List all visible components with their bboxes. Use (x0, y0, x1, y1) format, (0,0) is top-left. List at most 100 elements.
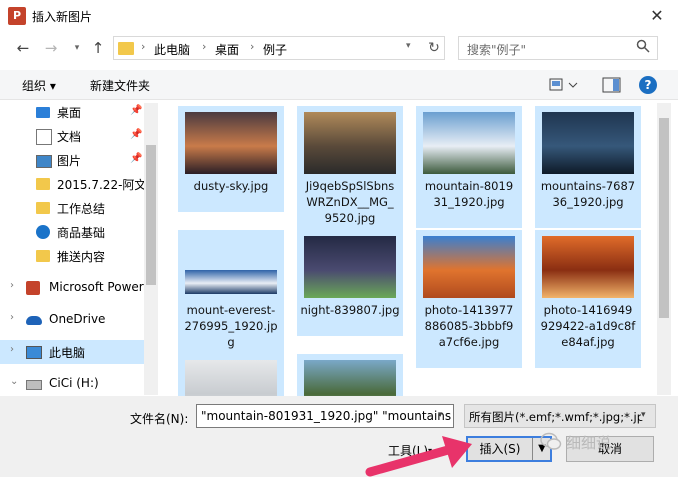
file-name-label: dusty-sky.jpg (193, 179, 269, 193)
folder-icon (118, 42, 134, 55)
breadcrumb-this-pc[interactable]: 此电脑 (154, 41, 190, 58)
breadcrumb-separator: › (202, 40, 207, 53)
powerpoint-icon (26, 281, 40, 295)
sidebar-item-label: 商品基础 (57, 226, 106, 240)
search-icon[interactable] (634, 39, 652, 57)
filename-dropdown-icon[interactable]: ▾ (438, 410, 443, 420)
file-list-scroll-thumb[interactable] (659, 118, 669, 318)
sidebar-item[interactable]: 工作总结 (0, 196, 144, 220)
image-thumbnail (542, 236, 634, 298)
expand-chevron-icon[interactable]: › (10, 312, 14, 323)
file-tile[interactable]: photo-1416949 929422-a1d9c8f e84af.jpg (535, 230, 641, 368)
sidebar-item[interactable]: 文档 📌 (0, 124, 144, 148)
sidebar-item[interactable]: 推送内容 (0, 244, 144, 268)
cloud-icon (26, 316, 42, 325)
file-name-label: mountains-7687 36_1920.jpg (540, 179, 636, 209)
image-thumbnail (423, 236, 515, 298)
computer-icon (26, 346, 42, 359)
picture-icon (36, 155, 52, 168)
desktop-icon (36, 107, 50, 118)
file-name-label: Ji9qebSpSlSbns WRZnDX__MG_ 9520.jpg (305, 179, 395, 225)
recent-dropdown-icon[interactable]: ▾ (66, 37, 88, 59)
image-thumbnail (542, 112, 634, 174)
organize-menu-button[interactable]: 组织 ▾ (22, 77, 56, 94)
file-tile[interactable]: photo-1413977 886085-3bbbf9 a7cf6e.jpg (416, 230, 522, 368)
sidebar-item-label: OneDrive (49, 312, 106, 326)
address-bar[interactable]: › 此电脑 › 桌面 › 例子 ▾ (113, 36, 445, 60)
file-tile[interactable]: mount-everest- 276995_1920.jp g (178, 230, 284, 368)
up-arrow-icon[interactable]: ↑ (87, 37, 109, 59)
image-thumbnail (304, 112, 396, 174)
file-type-select[interactable]: 所有图片(*.emf;*.wmf;*.jpg;*.jp (464, 404, 656, 428)
sidebar-item-label: 此电脑 (49, 346, 86, 360)
watermark-text: 细细说 (566, 434, 612, 452)
breadcrumb-separator: › (250, 40, 255, 53)
file-tile[interactable]: mountain-8019 31_1920.jpg (416, 106, 522, 228)
expand-chevron-icon[interactable]: ⌄ (10, 376, 18, 387)
annotation-arrow-icon (365, 436, 472, 477)
forward-arrow-icon[interactable]: → (40, 37, 62, 59)
help-icon[interactable]: ? (639, 76, 657, 94)
folder-icon (36, 250, 50, 262)
filename-input[interactable]: "mountain-801931_1920.jpg" "mountains (196, 404, 454, 428)
file-tile[interactable]: mountains-7687 36_1920.jpg (535, 106, 641, 228)
powerpoint-app-icon: P (8, 7, 26, 25)
pin-icon: 📌 (130, 129, 143, 140)
globe-icon (36, 225, 50, 239)
sidebar-item[interactable]: › Microsoft Power (0, 276, 144, 300)
sidebar-item-label: 2015.7.22-阿文- (57, 178, 151, 192)
sidebar-item-label: 桌面 (57, 106, 82, 120)
folder-icon (36, 178, 50, 190)
preview-pane-icon[interactable] (602, 76, 622, 94)
sidebar-item-label: CiCi (H:) (49, 376, 99, 390)
address-dropdown-icon[interactable]: ▾ (406, 41, 411, 51)
file-name-label: photo-1413977 886085-3bbbf9 a7cf6e.jpg (424, 303, 514, 349)
sidebar-item-label: 推送内容 (57, 250, 106, 264)
file-tile[interactable] (178, 354, 284, 422)
sidebar-item[interactable]: › 此电脑 (0, 340, 144, 364)
sidebar-item-label: Microsoft Power (49, 280, 144, 294)
new-folder-button[interactable]: 新建文件夹 (90, 77, 150, 94)
sidebar-item[interactable]: 2015.7.22-阿文- (0, 172, 151, 196)
file-type-dropdown-icon[interactable]: ▾ (641, 410, 646, 420)
expand-chevron-icon[interactable]: › (10, 280, 14, 291)
image-thumbnail (185, 112, 277, 174)
breadcrumb-examples[interactable]: 例子 (263, 41, 287, 58)
sidebar-item[interactable]: › OneDrive (0, 308, 144, 332)
sidebar-item-label: 图片 (57, 154, 82, 168)
file-name-label: mountain-8019 31_1920.jpg (424, 179, 514, 209)
drive-icon (26, 380, 42, 390)
file-name-label: photo-1416949 929422-a1d9c8f e84af.jpg (540, 303, 636, 349)
title-bar (0, 0, 678, 32)
folder-icon (36, 202, 50, 214)
sidebar-item-label: 文档 (57, 130, 82, 144)
pin-icon: 📌 (130, 105, 143, 116)
sidebar-item-label: 工作总结 (57, 202, 106, 216)
search-input[interactable]: 搜索"例子" (458, 36, 658, 60)
file-tile[interactable]: dusty-sky.jpg (178, 106, 284, 212)
sidebar-item[interactable]: 图片 📌 (0, 148, 144, 172)
breadcrumb-desktop[interactable]: 桌面 (215, 41, 239, 58)
sidebar-item[interactable]: 桌面 📌 (0, 100, 144, 124)
sidebar-item[interactable]: ⌄ CiCi (H:) (0, 372, 144, 396)
close-icon[interactable]: ✕ (645, 5, 669, 27)
image-thumbnail (423, 112, 515, 174)
document-icon (36, 129, 52, 145)
file-tile[interactable]: night-839807.jpg (297, 230, 403, 336)
image-thumbnail (185, 270, 277, 294)
breadcrumb-separator: › (141, 40, 146, 53)
split-divider (532, 438, 533, 460)
view-options-icon[interactable] (549, 77, 579, 93)
sidebar-item[interactable]: 商品基础 (0, 220, 144, 244)
expand-chevron-icon[interactable]: › (10, 344, 14, 355)
nav-pane-scroll-thumb[interactable] (146, 145, 156, 285)
back-arrow-icon[interactable]: ← (12, 37, 34, 59)
file-tile[interactable]: Ji9qebSpSlSbns WRZnDX__MG_ 9520.jpg (297, 106, 403, 244)
pin-icon: 📌 (130, 153, 143, 164)
image-thumbnail (304, 236, 396, 298)
filename-label: 文件名(N): (130, 412, 189, 426)
file-name-label: night-839807.jpg (300, 303, 400, 317)
refresh-icon[interactable]: ↻ (424, 37, 444, 59)
file-name-label: mount-everest- 276995_1920.jp g (184, 303, 278, 349)
file-tile[interactable] (297, 354, 403, 422)
